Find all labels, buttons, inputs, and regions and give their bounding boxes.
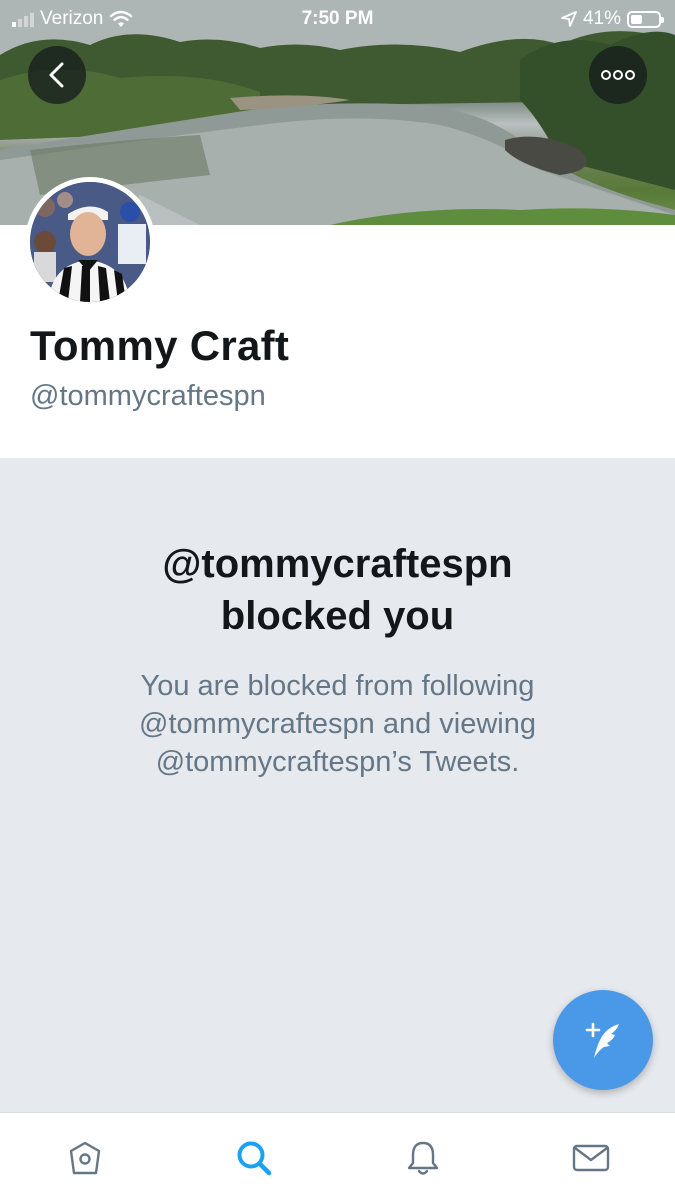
status-bar: Verizon 7:50 PM 41%	[0, 0, 675, 38]
bottom-tab-bar	[0, 1112, 675, 1200]
avatar-referee-image	[30, 182, 150, 302]
blocked-description: You are blocked from following @tommycra…	[60, 667, 615, 781]
profile-name: Tommy Craft	[30, 322, 290, 369]
battery-percent: 41%	[582, 8, 621, 29]
blocked-description-line: You are blocked from following	[140, 670, 535, 702]
blocked-description-line: @tommycraftespn’s Tweets.	[155, 746, 520, 778]
more-options-button[interactable]	[589, 46, 647, 104]
tab-home[interactable]	[60, 1133, 110, 1183]
location-arrow-icon	[561, 11, 577, 27]
status-bar-right: 41%	[561, 8, 664, 30]
battery-icon	[627, 10, 664, 28]
home-icon	[69, 1141, 101, 1175]
more-horizontal-icon	[601, 70, 635, 80]
bell-icon	[407, 1141, 439, 1175]
compose-tweet-button[interactable]	[553, 990, 653, 1090]
back-button[interactable]	[28, 46, 86, 104]
tab-messages[interactable]	[566, 1133, 616, 1183]
blocked-title-text: blocked you	[220, 594, 455, 638]
profile-avatar[interactable]	[25, 177, 155, 307]
blocked-description-line: @tommycraftespn and viewing	[139, 708, 536, 740]
compose-tweet-icon	[585, 1022, 619, 1058]
search-icon	[237, 1141, 272, 1176]
avatar-photo	[30, 182, 150, 302]
profile-handle: @tommycraftespn	[30, 380, 266, 412]
mail-icon	[572, 1144, 610, 1172]
blocked-title-handle: @tommycraftespn	[162, 542, 513, 586]
blocked-title: @tommycraftespn blocked you	[0, 538, 675, 642]
chevron-left-icon	[49, 62, 64, 88]
tab-search[interactable]	[229, 1133, 279, 1183]
tab-notifications[interactable]	[398, 1133, 448, 1183]
